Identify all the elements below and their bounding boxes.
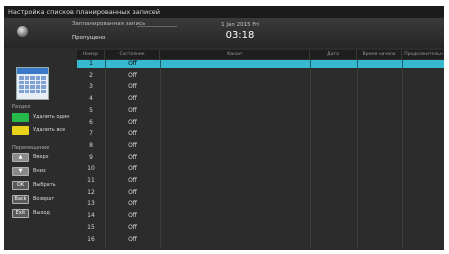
row-status: Off [128, 177, 137, 184]
row-number: 1 [89, 60, 93, 67]
col-header-start: Время начала [357, 50, 402, 59]
col-header-duration: Продолжительн [404, 52, 443, 57]
row-number: 13 [87, 200, 95, 208]
back-key-icon: Back [12, 195, 29, 204]
table-row[interactable]: 8 Off [77, 142, 444, 150]
calendar-icon [16, 67, 49, 100]
arrow-down-icon: ▼ [12, 167, 29, 176]
row-number: 5 [89, 106, 93, 114]
back-button[interactable]: Back Возврат [12, 195, 68, 204]
table-header: Номер Состояние Канал Дата Время начала … [77, 50, 444, 59]
table-row[interactable]: 14 Off [77, 212, 444, 220]
row-separator [357, 60, 358, 68]
recording-label: Запланированная запись [72, 21, 146, 27]
table-row[interactable]: 4 Off [77, 95, 444, 103]
table-row[interactable]: 13 Off [77, 200, 444, 208]
back-label: Возврат [33, 196, 55, 202]
ok-key-icon: OK [12, 181, 29, 190]
table-row[interactable]: 9 Off [77, 154, 444, 162]
move-up-button[interactable]: ▲ Вверх [12, 153, 68, 162]
table-row[interactable]: 2 Off [77, 72, 444, 80]
arrow-up-icon: ▲ [12, 153, 29, 162]
yellow-key-icon [12, 126, 29, 135]
current-time: 03:18 [225, 30, 255, 41]
exit-button[interactable]: Exit Выход [12, 209, 68, 218]
row-status: Off [128, 118, 137, 126]
table-row[interactable]: 7 Off [77, 130, 444, 138]
table-row[interactable]: 1 Off [77, 60, 444, 68]
schedule-table: Номер Состояние Канал Дата Время начала … [77, 50, 444, 248]
row-number: 2 [89, 71, 93, 79]
current-date: 1 Jan 2015 Fri [221, 22, 259, 28]
row-status: Off [128, 71, 137, 79]
delete-all-label: Удалить все [33, 127, 66, 133]
exit-label: Выход [33, 210, 50, 216]
col-header-status: Состояние [105, 50, 160, 59]
row-number: 9 [89, 153, 93, 161]
move-down-label: Вниз [33, 168, 46, 174]
row-status: Off [128, 188, 137, 196]
globe-icon [17, 26, 28, 37]
row-status: Off [128, 141, 137, 149]
col-header-date: Дата [310, 50, 357, 59]
row-number: 4 [89, 95, 93, 103]
table-row[interactable]: 5 Off [77, 107, 444, 115]
row-number: 7 [89, 130, 93, 138]
window-title: Настройка списков планированных записей [4, 6, 444, 18]
row-number: 11 [87, 177, 95, 184]
delete-all-button[interactable]: Удалить все [12, 126, 68, 135]
divider [137, 26, 177, 27]
row-separator [160, 60, 161, 68]
move-up-label: Вверх [33, 154, 49, 160]
row-status: Off [128, 83, 137, 91]
recording-status: Пропущено [72, 35, 106, 41]
row-number: 12 [87, 188, 95, 196]
row-status: Off [128, 95, 137, 103]
col-header-channel: Канал [160, 50, 310, 59]
row-number: 15 [87, 223, 95, 231]
select-button[interactable]: OK Выбрать [12, 181, 68, 190]
delete-one-label: Удалить один [33, 114, 70, 120]
exit-key-icon: Exit [12, 209, 29, 218]
table-row[interactable]: 11 Off [77, 177, 444, 185]
table-row[interactable]: 10 Off [77, 165, 444, 173]
row-number: 14 [87, 212, 95, 220]
row-status: Off [128, 223, 137, 231]
row-separator [105, 60, 106, 68]
col-header-number: Номер [77, 50, 105, 59]
select-label: Выбрать [33, 182, 56, 188]
row-status: Off [128, 200, 137, 208]
table-row[interactable]: 12 Off [77, 189, 444, 197]
app-screen: Настройка списков планированных записей … [4, 6, 444, 250]
row-number: 16 [87, 235, 95, 243]
row-status: Off [128, 106, 137, 114]
row-number: 6 [89, 118, 93, 126]
row-separator [402, 60, 403, 68]
row-status: Off [128, 212, 137, 220]
table-row[interactable]: 15 Off [77, 224, 444, 232]
row-number: 3 [89, 83, 93, 91]
table-row[interactable]: 3 Off [77, 83, 444, 91]
row-separator [310, 60, 311, 68]
row-number: 10 [87, 165, 95, 173]
table-row[interactable]: 6 Off [77, 119, 444, 127]
row-status: Off [128, 130, 137, 138]
table-row[interactable]: 16 Off [77, 236, 444, 244]
row-status: Off [128, 235, 137, 243]
delete-one-button[interactable]: Удалить один [12, 113, 70, 122]
section-label-navigation: Перемещение [12, 145, 50, 151]
row-status: Off [128, 165, 137, 173]
move-down-button[interactable]: ▼ Вниз [12, 167, 68, 176]
row-status: Off [128, 60, 137, 67]
row-status: Off [128, 153, 137, 161]
section-label-actions: Pаздел [12, 104, 31, 110]
row-number: 8 [89, 141, 93, 149]
green-key-icon [12, 113, 29, 122]
